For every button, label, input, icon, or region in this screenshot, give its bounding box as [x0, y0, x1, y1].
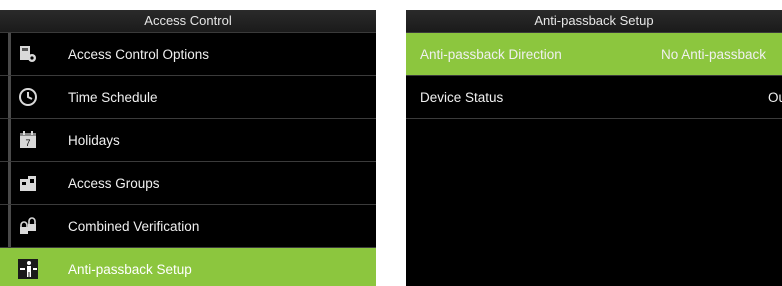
- setting-value: Ou: [768, 89, 782, 105]
- access-control-screen: Access Control Access Control Options Ti…: [0, 10, 376, 286]
- anti-passback-settings-list: Anti-passback Direction No Anti-passback…: [406, 33, 782, 119]
- menu-item-label: Time Schedule: [68, 89, 158, 105]
- menu-item-anti-passback-setup[interactable]: Anti-passback Setup: [0, 248, 376, 286]
- menu-item-combined-verification[interactable]: Combined Verification: [0, 205, 376, 248]
- access-options-icon: [18, 44, 38, 64]
- menu-item-label: Access Groups: [68, 175, 160, 191]
- menu-item-label: Anti-passback Setup: [68, 261, 192, 277]
- setting-row-anti-passback-direction[interactable]: Anti-passback Direction No Anti-passback: [406, 33, 782, 76]
- menu-item-label: Combined Verification: [68, 218, 200, 234]
- setting-label: Device Status: [420, 89, 504, 105]
- screen-title: Anti-passback Setup: [406, 10, 782, 33]
- screen-title: Access Control: [0, 10, 376, 33]
- menu-item-label: Access Control Options: [68, 46, 210, 62]
- menu-item-label: Holidays: [68, 132, 120, 148]
- anti-passback-icon: [18, 259, 38, 279]
- lock-icon: [18, 216, 38, 236]
- svg-text:7: 7: [25, 138, 30, 148]
- setting-label: Anti-passback Direction: [420, 46, 562, 62]
- clock-icon: [18, 87, 38, 107]
- setting-value: No Anti-passback: [661, 46, 767, 62]
- anti-passback-setup-screen: Anti-passback Setup Anti-passback Direct…: [406, 10, 782, 286]
- access-control-menu: Access Control Options Time Schedule 7 H…: [0, 33, 376, 286]
- menu-item-access-control-options[interactable]: Access Control Options: [0, 33, 376, 76]
- calendar-icon: 7: [18, 130, 38, 150]
- menu-item-holidays[interactable]: 7 Holidays: [0, 119, 376, 162]
- setting-row-device-status[interactable]: Device Status Ou: [406, 76, 782, 119]
- group-icon: [18, 173, 38, 193]
- menu-item-access-groups[interactable]: Access Groups: [0, 162, 376, 205]
- menu-item-time-schedule[interactable]: Time Schedule: [0, 76, 376, 119]
